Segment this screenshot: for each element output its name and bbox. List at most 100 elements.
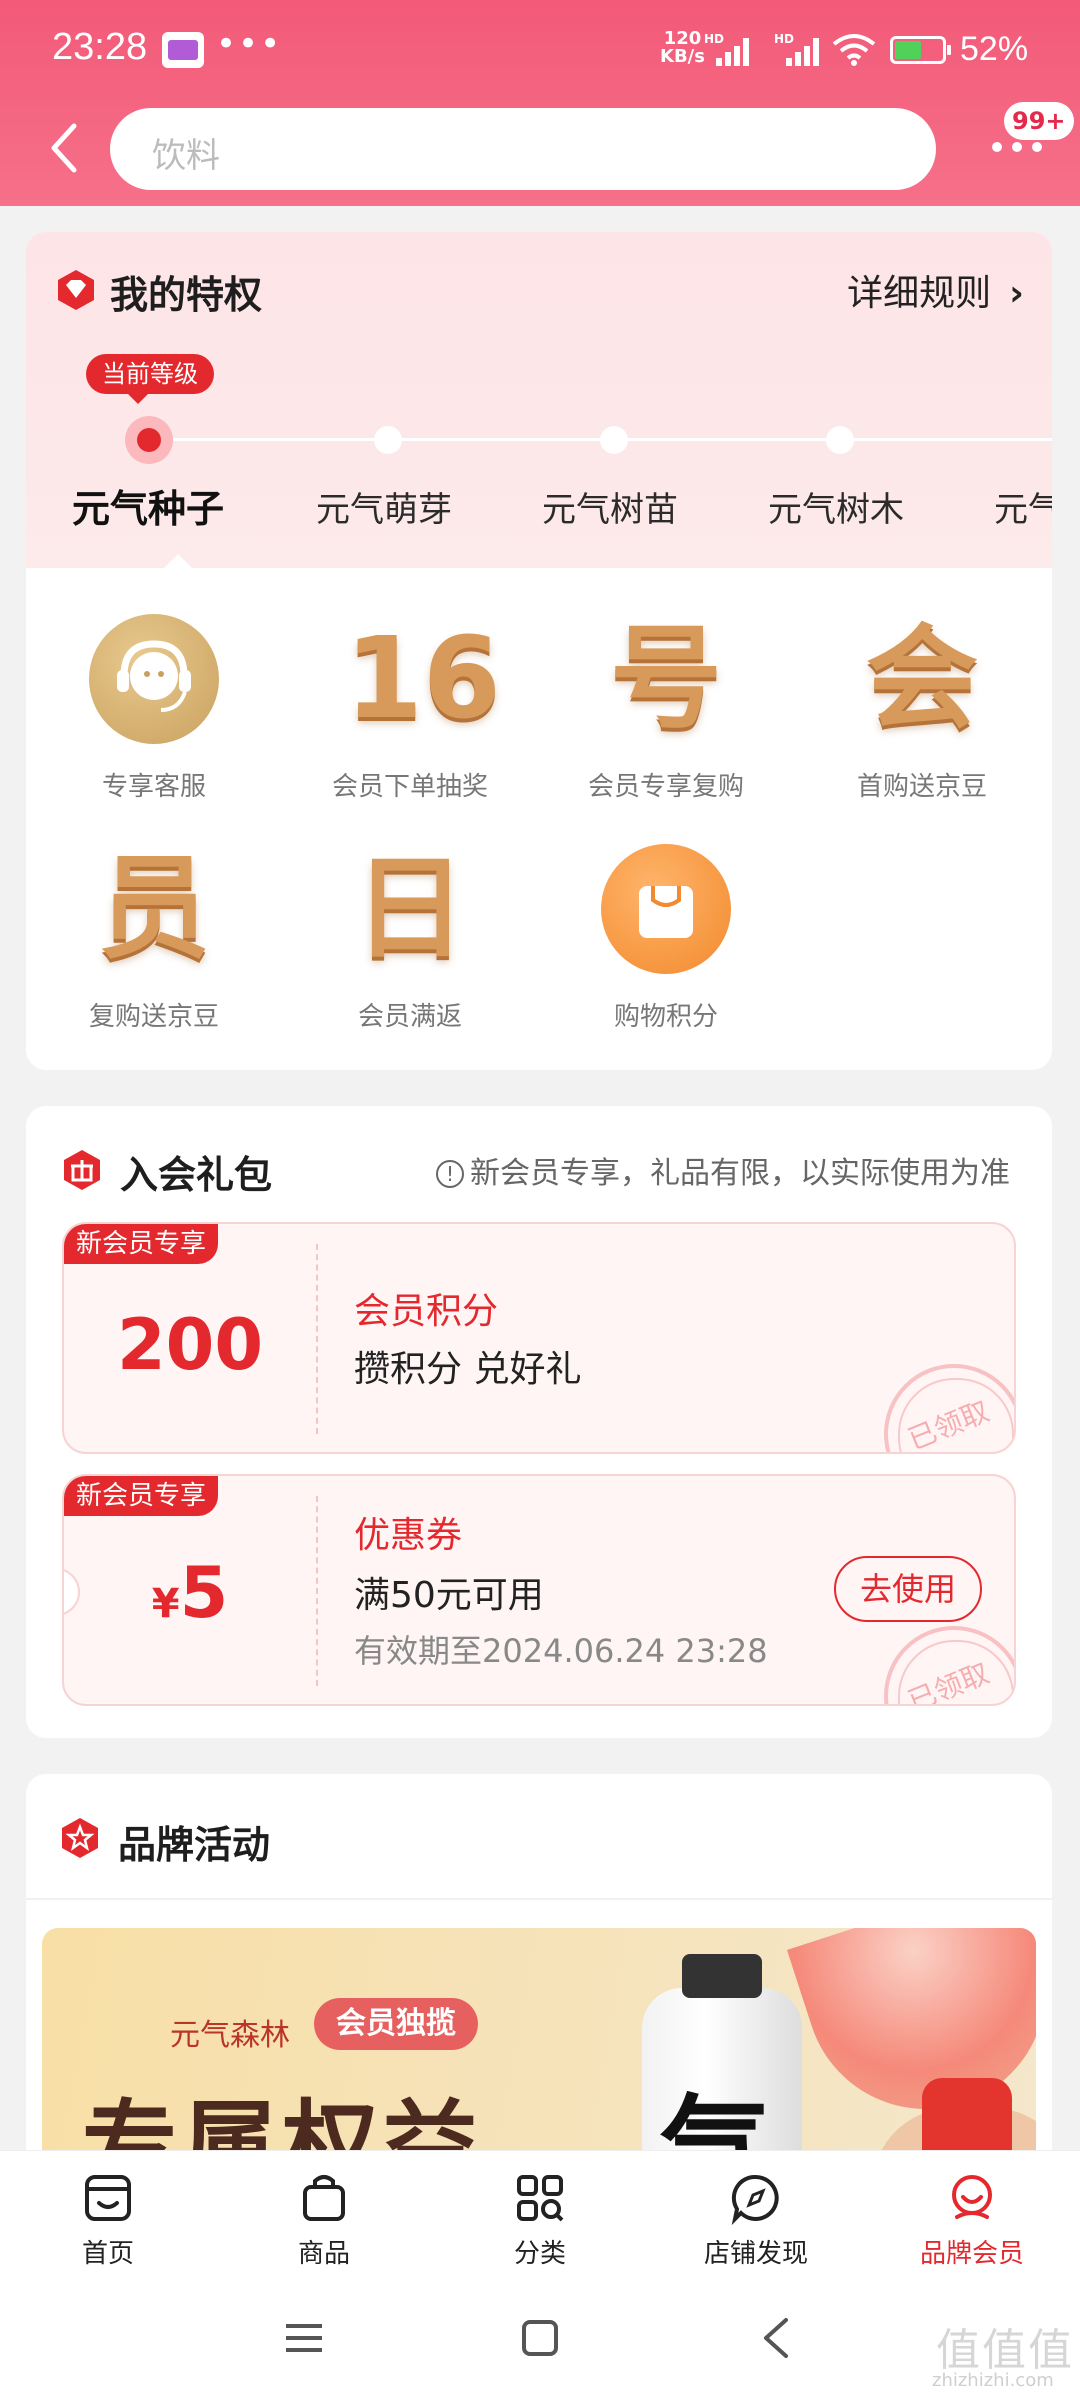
perk-label: 会员下单抽奖 xyxy=(331,772,488,802)
perk-repurchase-beans[interactable]: 员 复购送京豆 xyxy=(26,844,282,1033)
tab-products[interactable]: 商品 xyxy=(216,2151,432,2279)
signal-icon-2 xyxy=(786,34,830,66)
header-bar: 23:28 ••• 120 KB/s HD HD 52% 饮料 99+ xyxy=(0,0,1080,206)
perk-member-repurchase[interactable]: 号 会员专享复购 xyxy=(538,614,794,803)
level-node xyxy=(600,426,628,454)
claimed-stamp-icon: 已领取 xyxy=(884,1364,1014,1452)
message-count-badge: 99+ xyxy=(1004,102,1074,140)
level-name[interactable]: 元气树苗 xyxy=(542,482,678,531)
network-speed: 120 KB/s xyxy=(660,28,705,67)
tab-categories[interactable]: 分类 xyxy=(432,2151,648,2279)
banner-brand-name: 元气森林 xyxy=(170,2018,290,2053)
perk-label: 会员专享复购 xyxy=(587,772,744,802)
watermark-url: zhizhizhi.com xyxy=(932,2370,1054,2391)
tab-label: 店铺发现 xyxy=(703,2239,808,2269)
search-input[interactable]: 饮料 xyxy=(110,108,936,190)
gift-badge-icon xyxy=(64,1150,100,1190)
wifi-icon xyxy=(832,34,876,66)
coupon-subtitle: 满50元可用 xyxy=(354,1575,544,1616)
coupon-subtitle: 攒积分 兑好礼 xyxy=(354,1349,582,1390)
status-bar: 23:28 ••• 120 KB/s HD HD 52% xyxy=(0,0,1080,100)
current-level-tag: 当前等级 xyxy=(86,354,214,404)
perk-glyph: 号 xyxy=(610,614,722,744)
coupon-expiry: 有效期至2024.06.24 23:28 xyxy=(354,1632,768,1670)
battery-percent: 52% xyxy=(960,30,1029,68)
section-title-gift: 入会礼包 xyxy=(120,1153,273,1197)
status-time: 23:28 xyxy=(52,26,148,68)
tab-home[interactable]: 首页 xyxy=(0,2151,216,2279)
tab-label: 分类 xyxy=(513,2239,566,2269)
coupon-points[interactable]: 新会员专享 200 会员积分 攒积分 兑好礼 已领取 xyxy=(62,1222,1016,1454)
perk-label: 复购送京豆 xyxy=(88,1002,219,1032)
section-title-brand: 品牌活动 xyxy=(118,1823,271,1867)
bottom-nav: 首页 商品 分类 店铺发现 品牌会员 xyxy=(0,2150,1080,2278)
perk-order-lottery[interactable]: 16 会员下单抽奖 xyxy=(282,614,538,803)
coupon-value: 200 xyxy=(116,1304,264,1386)
coupon-discount[interactable]: 新会员专享 ¥5 优惠券 满50元可用 有效期至2024.06.24 23:28… xyxy=(62,1474,1016,1706)
level-name-current[interactable]: 元气种子 xyxy=(72,478,224,533)
compass-chat-icon xyxy=(731,2174,779,2226)
more-dot-icon xyxy=(1012,142,1022,152)
system-nav-bar xyxy=(0,2278,1080,2400)
privilege-card: 我的特权 详细规则› 当前等级 元气种子 元气萌芽 元气树苗 元气树木 元气 xyxy=(26,232,1052,1070)
star-badge-icon xyxy=(62,1818,98,1858)
claimed-stamp-icon: 已领取 xyxy=(884,1626,1014,1704)
back-triangle-icon[interactable] xyxy=(756,2316,796,2360)
level-name[interactable]: 元气树木 xyxy=(768,482,904,531)
back-arrow-icon[interactable] xyxy=(44,118,84,178)
diamond-badge-icon xyxy=(58,270,94,310)
level-track xyxy=(126,438,1052,441)
perk-label: 会员满返 xyxy=(357,1002,462,1032)
gift-note: ! 新会员专享，礼品有限，以实际使用为准 xyxy=(436,1148,1010,1192)
perk-member-cashback[interactable]: 日 会员满返 xyxy=(282,844,538,1033)
perk-shopping-points[interactable]: 购物积分 xyxy=(538,844,794,1033)
coupon-divider xyxy=(316,1496,318,1686)
perk-label: 购物积分 xyxy=(613,1002,718,1032)
menu-icon[interactable] xyxy=(284,2318,324,2358)
section-title-privilege: 我的特权 xyxy=(110,273,263,317)
watermark-logo: 值值值 xyxy=(936,2325,1074,2376)
perk-glyph: 16 xyxy=(345,614,501,744)
perk-glyph: 会 xyxy=(866,614,978,744)
tab-brand-member[interactable]: 品牌会员 xyxy=(864,2151,1080,2279)
perk-glyph: 日 xyxy=(354,844,466,974)
level-node xyxy=(826,426,854,454)
signal-icon-1 xyxy=(716,34,760,66)
coupon-amount: ¥5 xyxy=(151,1552,229,1634)
battery-icon xyxy=(890,36,951,64)
tab-store-discover[interactable]: 店铺发现 xyxy=(648,2151,864,2279)
tab-label: 品牌会员 xyxy=(919,2239,1024,2269)
home-square-icon[interactable] xyxy=(520,2318,560,2358)
grid-icon xyxy=(517,2175,564,2222)
level-name[interactable]: 元气 xyxy=(994,482,1052,531)
coupon-title: 会员积分 xyxy=(354,1291,499,1332)
more-dot-icon xyxy=(1032,142,1042,152)
coupon-title: 优惠券 xyxy=(354,1515,463,1556)
coupon-tag: 新会员专享 xyxy=(64,1224,219,1264)
shopping-bag-icon xyxy=(601,844,731,974)
level-name[interactable]: 元气萌芽 xyxy=(316,482,452,531)
level-node xyxy=(374,426,402,454)
member-face-icon xyxy=(952,2175,992,2219)
chevron-right-icon: › xyxy=(1009,273,1024,314)
detailed-rules-link[interactable]: 详细规则 › xyxy=(847,264,1024,316)
level-pointer xyxy=(164,554,192,568)
divider xyxy=(26,1898,1052,1900)
perk-glyph: 员 xyxy=(98,844,210,974)
welcome-gift-card: 入会礼包 ! 新会员专享，礼品有限，以实际使用为准 新会员专享 200 会员积分 … xyxy=(26,1106,1052,1738)
storefront-icon xyxy=(85,2175,131,2221)
level-node-current xyxy=(125,416,173,464)
perk-label: 首购送京豆 xyxy=(856,772,987,802)
app-notification-icon xyxy=(162,32,204,68)
banner-pill: 会员独揽 xyxy=(314,1998,478,2050)
perk-label: 专享客服 xyxy=(101,772,206,802)
coupon-divider xyxy=(316,1244,318,1434)
tab-label: 首页 xyxy=(81,2239,134,2269)
perk-first-purchase-beans[interactable]: 会 首购送京豆 xyxy=(794,614,1050,803)
tab-label: 商品 xyxy=(297,2239,350,2269)
more-notifications-icon: ••• xyxy=(216,24,283,64)
perk-exclusive-service[interactable]: 专享客服 xyxy=(26,614,282,803)
coupon-tag: 新会员专享 xyxy=(64,1476,219,1516)
use-coupon-button[interactable]: 去使用 xyxy=(834,1556,982,1622)
more-dot-icon xyxy=(992,142,1002,152)
